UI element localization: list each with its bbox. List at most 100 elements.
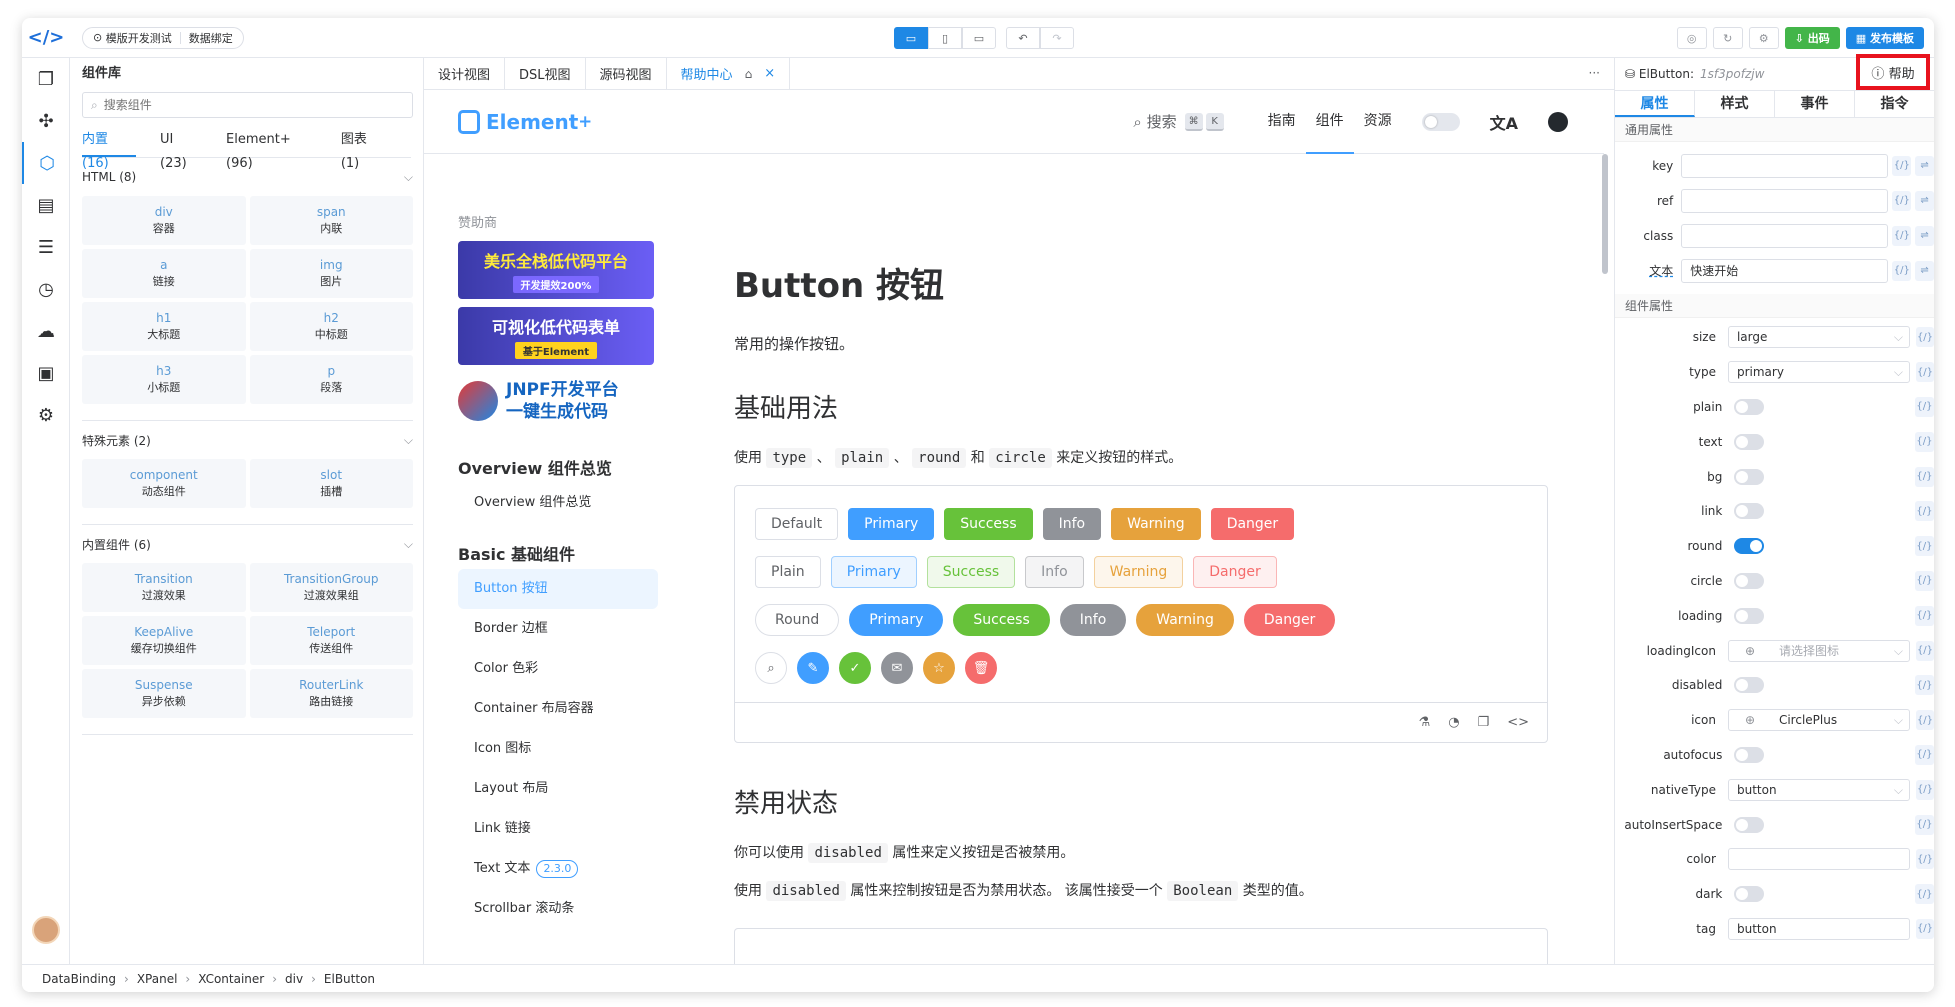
message-icon[interactable]: ✉	[881, 652, 913, 684]
code-icon[interactable]: <>	[1507, 715, 1529, 730]
icon-select[interactable]: ⊕ 请选择图标 ⌵	[1727, 639, 1910, 662]
success-button[interactable]: Success	[944, 508, 1033, 540]
bind-icon[interactable]: {/}	[1914, 675, 1934, 696]
sponsor-banner-meile[interactable]: 美乐全栈低代码平台 开发提效200%	[458, 241, 654, 299]
key-input[interactable]	[1681, 153, 1889, 178]
toggle-switch[interactable]	[1734, 538, 1765, 555]
publish-template-button[interactable]: ▦ 发布模板	[1845, 27, 1924, 49]
refresh-icon[interactable]: ↻	[1712, 27, 1743, 49]
component-card[interactable]: span 内联	[249, 196, 413, 245]
chevron-down-icon[interactable]: ⌵	[404, 170, 413, 185]
bind-icon[interactable]: {/}	[1892, 260, 1912, 281]
breadcrumb-item[interactable]: ElButton	[324, 972, 375, 986]
sidebar-item-scrollbar[interactable]: Scrollbar 滚动条	[458, 889, 658, 929]
chevron-down-icon[interactable]: ⌵	[404, 537, 413, 552]
toggle-switch[interactable]	[1734, 746, 1765, 763]
sponsor-banner-jnpf[interactable]: JNPF开发平台 一键生成代码	[458, 373, 654, 429]
toggle-switch[interactable]	[1734, 816, 1765, 833]
sidebar-item-color[interactable]: Color 色彩	[458, 649, 658, 689]
toggle-switch[interactable]	[1734, 607, 1765, 624]
danger-plain-button[interactable]: Danger	[1193, 556, 1277, 588]
component-card[interactable]: div 容器	[82, 196, 246, 245]
toggle-switch[interactable]	[1734, 503, 1765, 520]
tab-design-view[interactable]: 设计视图	[424, 57, 506, 90]
icon-select[interactable]: ⊕ CirclePlus ⌵	[1727, 709, 1910, 732]
playground-icon[interactable]: ⚗	[1419, 715, 1431, 730]
tab-dsl-view[interactable]: DSL视图	[505, 57, 586, 90]
nav-components[interactable]: 组件	[1305, 90, 1354, 154]
ref-input[interactable]	[1681, 188, 1889, 213]
component-card[interactable]: component 动态组件	[82, 459, 246, 508]
tab-attributes[interactable]: 属性	[1615, 91, 1695, 117]
toggle-switch[interactable]	[1734, 398, 1765, 415]
toggle-switch[interactable]	[1734, 677, 1765, 694]
primary-button[interactable]: Primary	[848, 508, 935, 540]
mobile-landscape-icon[interactable]: ▭	[962, 27, 996, 49]
tab-help-center[interactable]: 帮助中心 ⌂ ×	[667, 57, 791, 90]
sidebar-item-overview[interactable]: Overview 组件总览	[458, 483, 658, 523]
bind-icon[interactable]: {/}	[1892, 155, 1912, 176]
swap-icon[interactable]: ⇌	[1915, 190, 1934, 211]
danger-button[interactable]: Danger	[1210, 508, 1295, 540]
component-search[interactable]: ⌕	[82, 92, 413, 118]
delete-icon[interactable]: 🗑	[965, 652, 997, 684]
redo-icon[interactable]: ↷	[1040, 27, 1074, 49]
element-logo[interactable]: Element +	[458, 109, 592, 134]
star-icon[interactable]: ☆	[923, 652, 955, 684]
component-card[interactable]: RouterLink 路由链接	[249, 669, 413, 718]
bind-icon[interactable]: {/}	[1914, 396, 1934, 417]
pages-icon[interactable]: ❐	[22, 58, 70, 100]
breadcrumb-item[interactable]: XContainer	[198, 972, 264, 986]
data-binding-link[interactable]: 数据绑定	[189, 30, 233, 46]
tree-icon[interactable]: ☰	[22, 226, 70, 268]
desktop-icon[interactable]: ▭	[894, 27, 928, 49]
text-input[interactable]: 快速开始	[1681, 258, 1889, 283]
tab-charts[interactable]: 图表 (1)	[341, 128, 387, 171]
danger-round-button[interactable]: Danger	[1243, 604, 1336, 636]
bind-icon[interactable]: {/}	[1915, 327, 1934, 348]
bind-icon[interactable]: {/}	[1914, 884, 1934, 905]
copy-icon[interactable]: ❐	[1478, 715, 1490, 730]
select-dropdown[interactable]: large ⌵	[1727, 326, 1910, 349]
bind-icon[interactable]: {/}	[1915, 640, 1934, 661]
class-input[interactable]	[1681, 223, 1889, 248]
search-input[interactable]	[103, 98, 344, 112]
bind-icon[interactable]: {/}	[1915, 362, 1934, 383]
info-round-button[interactable]: Info	[1059, 604, 1127, 636]
check-icon[interactable]: ✓	[839, 652, 871, 684]
bind-icon[interactable]: {/}	[1914, 570, 1934, 591]
bind-icon[interactable]: {/}	[1892, 190, 1912, 211]
component-card[interactable]: p 段落	[249, 355, 413, 404]
sidebar-item-button[interactable]: Button 按钮	[458, 569, 658, 609]
default-button[interactable]: Default	[755, 508, 839, 540]
warning-round-button[interactable]: Warning	[1136, 604, 1234, 636]
component-card[interactable]: h2 中标题	[249, 302, 413, 351]
close-icon[interactable]: ×	[764, 66, 775, 81]
toggle-switch[interactable]	[1734, 468, 1765, 485]
sidebar-item-link[interactable]: Link 链接	[458, 809, 658, 849]
round-button[interactable]: Round	[755, 604, 840, 636]
settings-icon[interactable]: ⚙	[22, 394, 70, 436]
export-code-button[interactable]: ⇩ 出码	[1784, 27, 1840, 49]
avatar[interactable]	[32, 916, 60, 944]
chevron-down-icon[interactable]: ⌵	[404, 433, 413, 448]
tab-builtin[interactable]: 内置 (16)	[82, 128, 137, 171]
tablet-icon[interactable]: ▯	[928, 27, 962, 49]
select-dropdown[interactable]: button ⌵	[1727, 778, 1910, 801]
sidebar-item-icon[interactable]: Icon 图标	[458, 729, 658, 769]
github-edit-icon[interactable]: ◔	[1448, 715, 1459, 730]
breadcrumb-item[interactable]: div	[285, 972, 303, 986]
sidebar-item-text[interactable]: Text 文本 2.3.0	[458, 849, 658, 889]
primary-plain-button[interactable]: Primary	[830, 556, 917, 588]
component-card[interactable]: a 链接	[82, 249, 246, 298]
layout-icon[interactable]: ▤	[22, 184, 70, 226]
sidebar-item-layout[interactable]: Layout 布局	[458, 769, 658, 809]
toggle-switch[interactable]	[1734, 433, 1765, 450]
bind-icon[interactable]: {/}	[1914, 536, 1934, 557]
success-plain-button[interactable]: Success	[926, 556, 1016, 588]
primary-round-button[interactable]: Primary	[849, 604, 944, 636]
github-icon[interactable]	[1548, 111, 1568, 132]
more-icon[interactable]: ···	[1589, 66, 1600, 80]
success-round-button[interactable]: Success	[953, 604, 1050, 636]
preview-icon[interactable]: ◎	[1676, 27, 1707, 49]
